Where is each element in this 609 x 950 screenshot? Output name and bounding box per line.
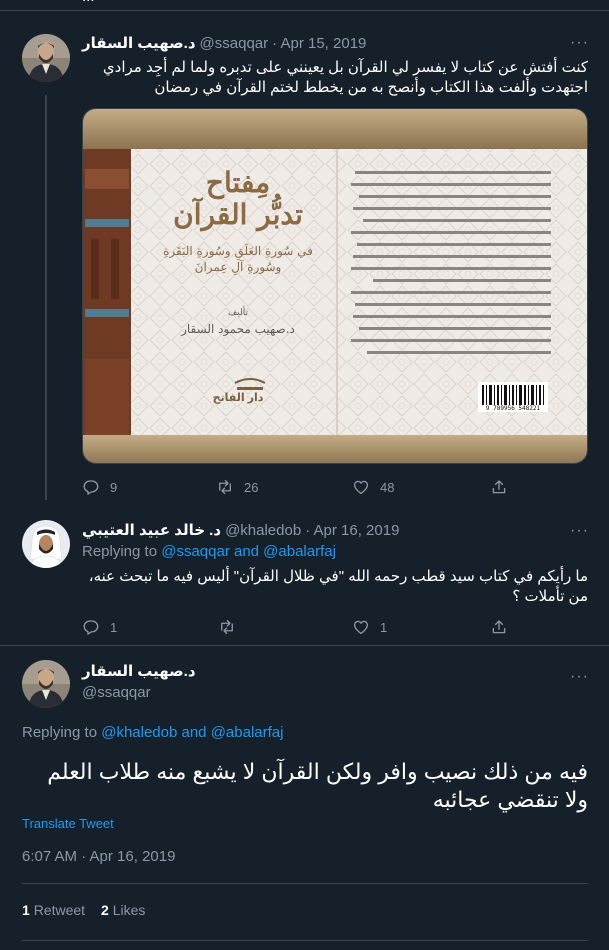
more-options-icon[interactable]: ··· <box>570 34 589 52</box>
stats-divider-bottom <box>22 940 588 941</box>
tweet-header: د.صهيب السقار @ssaqqar · Apr 15, 2019 <box>82 34 366 53</box>
reply-button[interactable]: 1 <box>82 618 117 636</box>
replying-to-link[interactable]: @ssaqqar and @abalarfaj <box>161 543 336 560</box>
share-button[interactable] <box>490 478 508 496</box>
likes-stat-count: 2 <box>101 902 109 918</box>
tweet-timestamp[interactable]: 6:07 AM · Apr 16, 2019 <box>22 848 175 865</box>
like-count: 1 <box>380 619 388 635</box>
reply-button[interactable]: 9 <box>82 478 117 496</box>
retweet-stat-label: Retweet <box>33 902 86 918</box>
tweet-actions: 1 1 <box>82 618 506 642</box>
retweet-icon <box>221 619 233 635</box>
retweet-count: 26 <box>244 479 259 495</box>
user-handle[interactable]: @khaledob <box>225 522 301 539</box>
reply-icon <box>83 480 99 495</box>
replying-to-link[interactable]: @khaledob and @abalarfaj <box>101 724 283 741</box>
user-handle[interactable]: @ssaqqar <box>82 684 151 701</box>
display-name[interactable]: د. خالد عبيد العتيبي <box>82 521 221 539</box>
tweet-header: د. خالد عبيد العتيبي @khaledob · Apr 16,… <box>82 521 399 540</box>
user-handle[interactable]: @ssaqqar <box>200 35 269 52</box>
tweet-text-line: فيه من ذلك نصيب وافر ولكن القرآن لا يشبع… <box>47 759 588 784</box>
replying-prefix: Replying to <box>22 724 98 741</box>
tweet-text-line: اجتهدت وألفت هذا الكتاب وأنصح به من يخطط… <box>154 79 588 96</box>
like-count: 48 <box>380 479 395 495</box>
retweet-button[interactable] <box>218 618 246 636</box>
reply-icon <box>83 620 99 635</box>
tweet-image[interactable]: مِفتاح تدبُّر القرآن في سُورةِ العَلَقِ … <box>82 108 588 464</box>
retweet-button[interactable]: 26 <box>216 478 258 496</box>
heart-icon <box>353 480 369 495</box>
book-publisher: دار الفاتح <box>212 392 264 404</box>
top-partial-text: ... <box>82 0 95 5</box>
book-subtitle-line: في سُورةِ العَلَقِ وسُورةِ البَقَرةِ <box>163 244 313 258</box>
top-divider <box>0 10 609 11</box>
replying-prefix: Replying to <box>82 543 158 560</box>
avatar[interactable] <box>22 660 70 708</box>
share-icon <box>492 620 506 634</box>
display-name[interactable]: د.صهيب السقار <box>82 34 196 52</box>
like-button[interactable]: 1 <box>352 618 387 636</box>
reply-count: 9 <box>110 479 118 495</box>
tweet-text-line: كنت أفتش عن كتاب لا يفسر لي القرآن بل يع… <box>102 59 588 76</box>
tweet-text-line: ولا تنقضي عجائبه <box>432 787 588 812</box>
retweet-stat[interactable]: 1 Retweet <box>22 902 85 918</box>
avatar[interactable] <box>22 520 70 568</box>
retweet-icon <box>219 479 231 495</box>
translate-tweet-link[interactable]: Translate Tweet <box>22 816 114 831</box>
thread-line <box>45 95 47 500</box>
book-subtitle: في سُورةِ العَلَقِ وسُورةِ البَقَرةِ وسُ… <box>143 243 333 275</box>
book-title-line: مِفتاح <box>205 166 271 199</box>
display-name[interactable]: د.صهيب السقار <box>82 662 196 680</box>
tweet-divider <box>0 645 609 646</box>
tweet-text: ما رأيكم في كتاب سيد قطب رحمه الله "في ظ… <box>82 567 588 607</box>
stats-divider-top <box>22 883 588 884</box>
author-label: تأليف <box>227 308 249 318</box>
like-button[interactable]: 48 <box>352 478 394 496</box>
barcode-number: 9 789956 548221 <box>485 405 541 412</box>
share-icon <box>492 480 506 494</box>
likes-stat[interactable]: 2 Likes <box>101 902 145 918</box>
tweet-text-line: من تأملات ؟ <box>512 588 588 605</box>
more-options-icon[interactable]: ··· <box>570 668 589 686</box>
engagement-stats: 1 Retweet 2 Likes <box>22 902 145 918</box>
replying-to: Replying to @ssaqqar and @abalarfaj <box>82 543 336 560</box>
book-subtitle-line: وسُورةِ آلِ عِمرانَ <box>194 260 282 274</box>
more-options-icon[interactable]: ··· <box>570 522 589 540</box>
author-name: د.صهيب محمود السقار <box>181 322 295 336</box>
tweet-text: كنت أفتش عن كتاب لا يفسر لي القرآن بل يع… <box>82 58 588 98</box>
heart-icon <box>353 620 369 635</box>
book-title-line: تدبُّر القرآن <box>173 198 303 231</box>
book-title: مِفتاح تدبُّر القرآن <box>143 167 333 231</box>
tweet-actions: 9 26 48 <box>82 478 506 502</box>
share-button[interactable] <box>490 618 508 636</box>
tweet-text-line: ما رأيكم في كتاب سيد قطب رحمه الله "في ظ… <box>88 568 588 585</box>
tweet-date[interactable]: · Apr 16, 2019 <box>305 522 399 539</box>
avatar[interactable] <box>22 34 70 82</box>
tweet-text: فيه من ذلك نصيب وافر ولكن القرآن لا يشبع… <box>22 758 588 814</box>
tweet-date[interactable]: · Apr 15, 2019 <box>272 35 366 52</box>
retweet-stat-count: 1 <box>22 902 30 918</box>
likes-stat-label: Likes <box>112 902 146 918</box>
replying-to: Replying to @khaledob and @abalarfaj <box>22 724 283 741</box>
reply-count: 1 <box>110 619 118 635</box>
book-author: تأليف د.صهيب محمود السقار <box>143 305 333 337</box>
